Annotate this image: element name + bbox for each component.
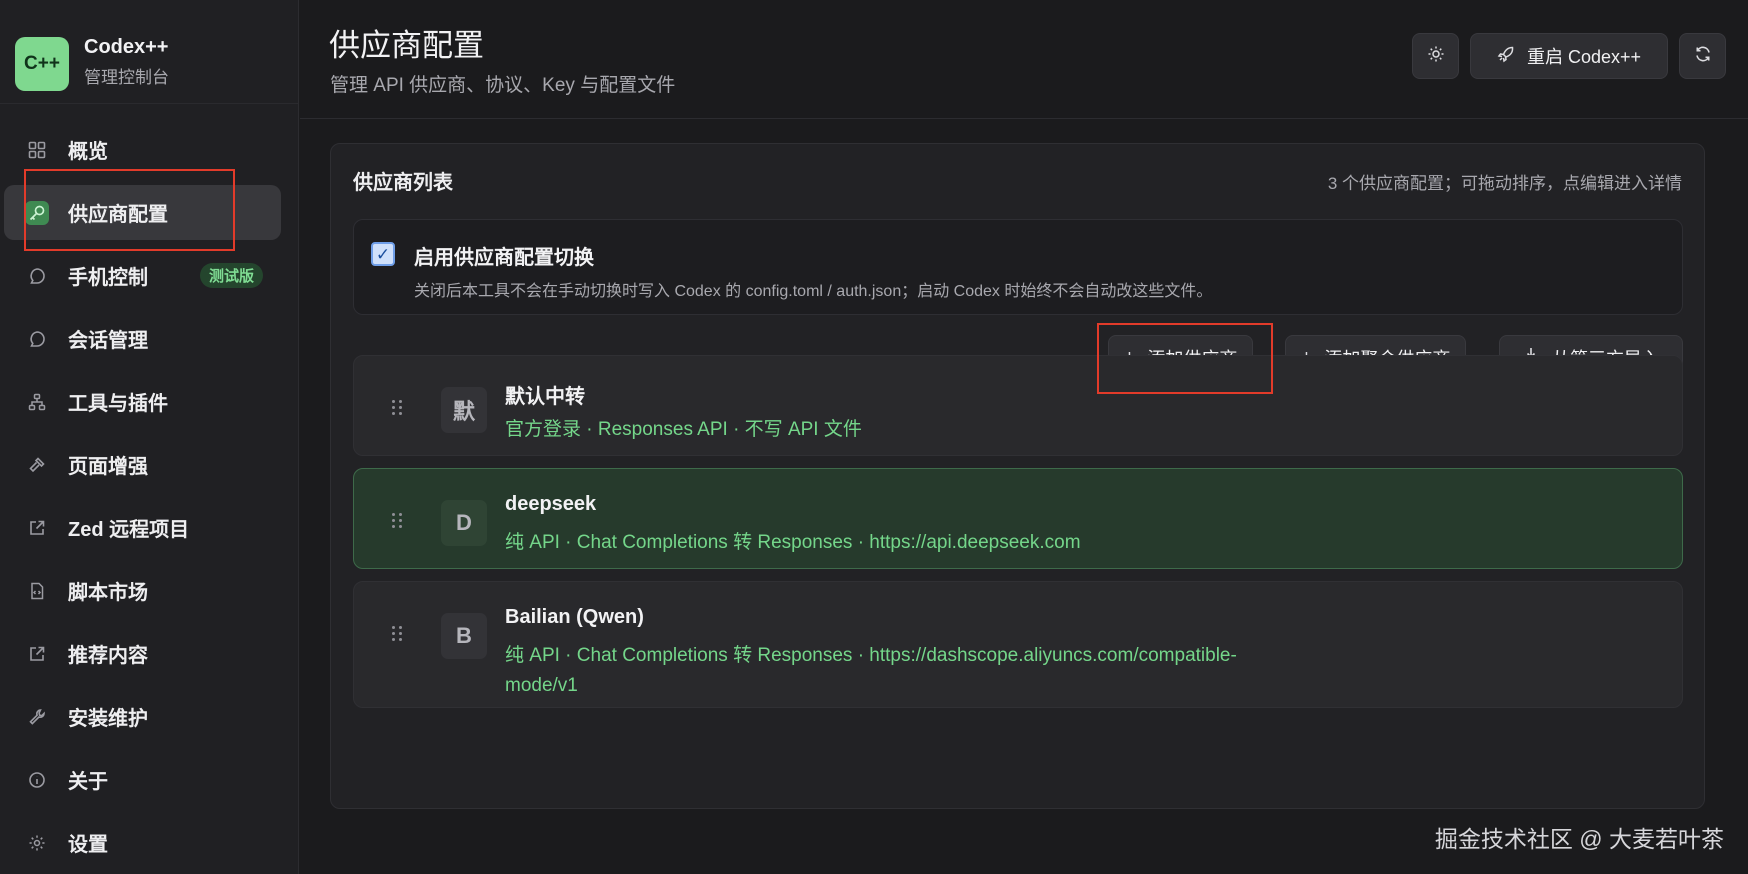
app-name: Codex++	[84, 35, 169, 58]
provider-item[interactable]: B Bailian (Qwen) 纯 API · Chat Completion…	[353, 581, 1683, 708]
provider-name: Bailian (Qwen)	[505, 606, 644, 628]
info-icon	[25, 768, 49, 792]
sidebar-item-install-maintain[interactable]: 安装维护	[4, 689, 281, 744]
sidebar-item-label: 手机控制	[68, 267, 148, 289]
refresh-button[interactable]	[1679, 33, 1726, 79]
rocket-icon	[1497, 45, 1515, 68]
provider-list-meta: 3 个供应商配置；可拖动排序，点编辑进入详情	[1327, 174, 1682, 193]
drag-handle-icon[interactable]	[392, 513, 402, 529]
chat-bubble-icon	[25, 327, 49, 351]
sidebar-item-provider-config[interactable]: 供应商配置	[4, 185, 281, 240]
provider-avatar: 默	[441, 387, 487, 433]
provider-avatar: B	[441, 613, 487, 659]
sidebar-item-label: 设置	[68, 834, 108, 856]
theme-toggle-button[interactable]	[1412, 33, 1459, 79]
provider-avatar: D	[441, 500, 487, 546]
sidebar-item-label: 推荐内容	[68, 645, 148, 667]
sidebar-item-label: 会话管理	[68, 330, 148, 352]
sidebar-item-label: 供应商配置	[68, 204, 168, 226]
sidebar-item-script-market[interactable]: 脚本市场	[4, 563, 281, 618]
provider-item[interactable]: 默 默认中转 官方登录 · Responses API · 不写 API 文件	[353, 355, 1683, 456]
key-icon	[25, 200, 49, 225]
app-logo: C++	[15, 36, 69, 91]
sidebar-item-label: 概览	[68, 141, 108, 163]
provider-description: 官方登录 · Responses API · 不写 API 文件	[505, 419, 862, 440]
page-title: 供应商配置	[329, 28, 484, 63]
sidebar-item-recommended[interactable]: 推荐内容	[4, 626, 281, 681]
sidebar-item-label: 安装维护	[68, 708, 148, 730]
sidebar-item-label: Zed 远程项目	[68, 519, 190, 541]
script-file-icon	[25, 579, 49, 603]
chat-bubble-icon	[25, 264, 49, 288]
grid-icon	[25, 138, 49, 162]
sidebar-item-settings[interactable]: 设置	[4, 815, 281, 870]
toggle-description: 关闭后本工具不会在手动切换时写入 Codex 的 config.toml / a…	[414, 283, 1213, 300]
page-subtitle: 管理 API 供应商、协议、Key 与配置文件	[330, 75, 676, 96]
sidebar-item-zed-remote[interactable]: Zed 远程项目	[4, 500, 281, 555]
sidebar-item-label: 关于	[68, 771, 108, 793]
sidebar-item-tools-plugins[interactable]: 工具与插件	[4, 374, 281, 429]
sidebar: C++ Codex++ 管理控制台 概览 供应商配置 手机控制 测试版 会话管理…	[0, 0, 299, 874]
check-icon: ✓	[375, 244, 391, 264]
sidebar-item-label: 脚本市场	[68, 582, 148, 604]
page-header: 供应商配置 管理 API 供应商、协议、Key 与配置文件 重启 Codex++	[300, 0, 1748, 119]
watermark: 掘金技术社区 @ 大麦若叶茶	[1434, 826, 1724, 852]
provider-item[interactable]: D deepseek 纯 API · Chat Completions 转 Re…	[353, 468, 1683, 569]
sidebar-item-page-enhance[interactable]: 页面增强	[4, 437, 281, 492]
external-link-icon	[25, 516, 49, 540]
sidebar-item-session-management[interactable]: 会话管理	[4, 311, 281, 366]
sidebar-item-label: 页面增强	[68, 456, 148, 478]
provider-list-title: 供应商列表	[353, 172, 453, 194]
provider-description: 纯 API · Chat Completions 转 Responses · h…	[505, 532, 1081, 553]
sidebar-item-phone-control[interactable]: 手机控制 测试版	[4, 248, 281, 303]
hierarchy-icon	[25, 390, 49, 414]
provider-name: 默认中转	[505, 386, 585, 408]
provider-description: 纯 API · Chat Completions 转 Responses · h…	[505, 645, 1237, 696]
restart-codex-label: 重启 Codex++	[1526, 47, 1642, 67]
toggle-title: 启用供应商配置切换	[414, 247, 594, 269]
drag-handle-icon[interactable]	[392, 400, 402, 416]
drag-handle-icon[interactable]	[392, 626, 402, 642]
sun-icon	[1427, 45, 1445, 68]
provider-switch-toggle-panel: ✓ 启用供应商配置切换 关闭后本工具不会在手动切换时写入 Codex 的 con…	[353, 219, 1683, 315]
provider-name: deepseek	[505, 493, 597, 515]
brand: C++ Codex++ 管理控制台	[0, 0, 298, 104]
enable-provider-switch-checkbox[interactable]: ✓	[371, 242, 395, 266]
sidebar-nav: 概览 供应商配置 手机控制 测试版 会话管理 工具与插件 页面增强 Zed 远程…	[0, 122, 299, 874]
app-subtitle: 管理控制台	[84, 67, 169, 87]
gear-icon	[25, 831, 49, 855]
sidebar-item-label: 工具与插件	[68, 393, 168, 415]
wrench-icon	[25, 705, 49, 729]
beta-badge: 测试版	[200, 263, 264, 288]
sidebar-item-overview[interactable]: 概览	[4, 122, 281, 177]
restart-codex-button[interactable]: 重启 Codex++	[1470, 33, 1668, 79]
refresh-icon	[1694, 45, 1712, 68]
provider-list-card: 供应商列表 3 个供应商配置；可拖动排序，点编辑进入详情 ✓ 启用供应商配置切换…	[330, 143, 1705, 809]
sidebar-item-about[interactable]: 关于	[4, 752, 281, 807]
hammer-icon	[25, 453, 49, 477]
external-link-icon	[25, 642, 49, 666]
